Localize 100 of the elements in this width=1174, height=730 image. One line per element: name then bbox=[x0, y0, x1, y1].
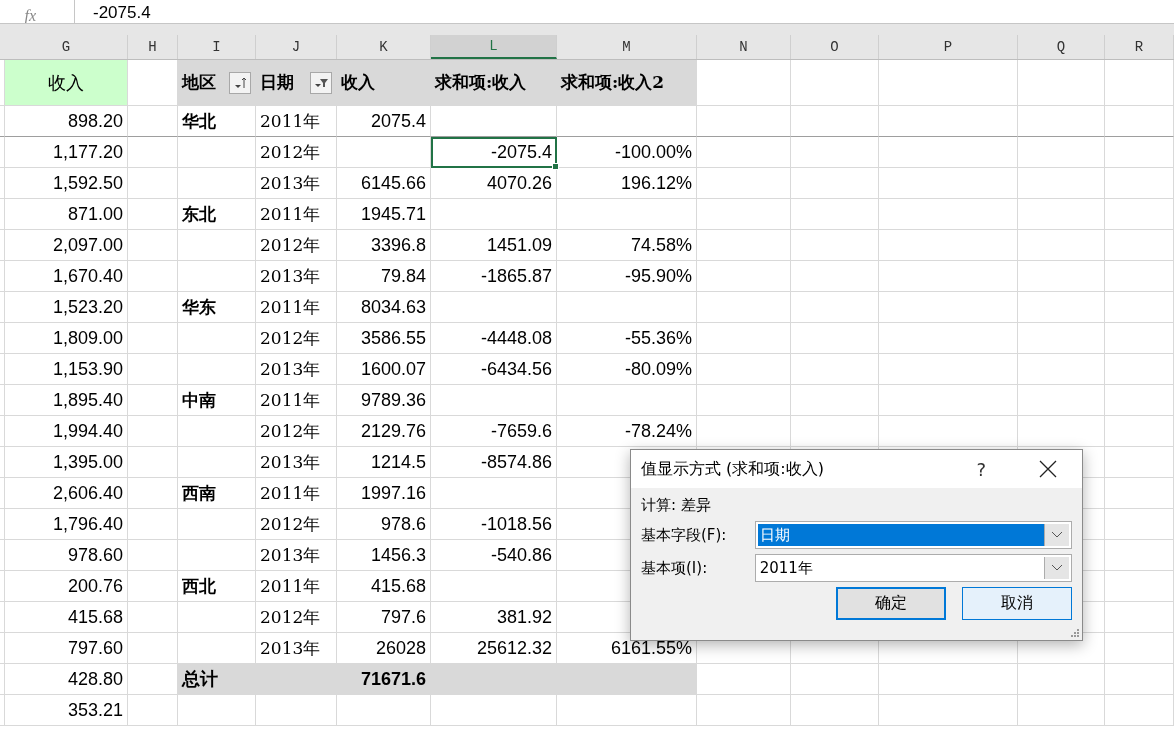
empty-cell bbox=[1105, 447, 1174, 478]
table-cell: 415.68 bbox=[337, 571, 431, 602]
table-cell: 2129.76 bbox=[337, 416, 431, 447]
column-header[interactable]: Q bbox=[1018, 35, 1105, 59]
empty-cell bbox=[1105, 633, 1174, 664]
table-cell: -1865.87 bbox=[431, 261, 557, 292]
table-cell: 2012年 bbox=[256, 137, 337, 168]
cancel-button[interactable]: 取消 bbox=[962, 587, 1072, 620]
table-cell: 2013年 bbox=[256, 540, 337, 571]
empty-cell bbox=[1105, 509, 1174, 540]
column-header[interactable]: L bbox=[431, 35, 557, 59]
table-cell: 1,796.40 bbox=[5, 509, 128, 540]
table-cell: 74.58% bbox=[557, 230, 697, 261]
column-header[interactable]: R bbox=[1105, 35, 1174, 59]
table-cell: 3396.8 bbox=[337, 230, 431, 261]
table-cell: 1451.09 bbox=[431, 230, 557, 261]
empty-cell bbox=[128, 447, 178, 478]
empty-cell bbox=[128, 695, 178, 726]
table-cell: -80.09% bbox=[557, 354, 697, 385]
table-cell: -6434.56 bbox=[431, 354, 557, 385]
field-header: 收入 bbox=[337, 60, 431, 106]
ok-button[interactable]: 确定 bbox=[836, 587, 946, 620]
table-cell: 1,153.90 bbox=[5, 354, 128, 385]
empty-cell bbox=[1105, 199, 1174, 230]
table-cell: 1214.5 bbox=[337, 447, 431, 478]
table-cell: -100.00% bbox=[557, 137, 697, 168]
table-cell: -8574.86 bbox=[431, 447, 557, 478]
table-cell: 200.76 bbox=[5, 571, 128, 602]
chevron-down-icon bbox=[1051, 531, 1063, 539]
table-cell: 2012年 bbox=[256, 230, 337, 261]
empty-cell bbox=[1105, 602, 1174, 633]
empty-cell bbox=[128, 292, 178, 323]
table-cell: 415.68 bbox=[5, 602, 128, 633]
column-header[interactable]: P bbox=[879, 35, 1018, 59]
formula-value: -2075.4 bbox=[93, 3, 151, 23]
resize-grip-icon[interactable] bbox=[1070, 628, 1080, 638]
empty-cell bbox=[128, 354, 178, 385]
empty-cell bbox=[1105, 60, 1174, 106]
empty-cell bbox=[128, 633, 178, 664]
empty-cell bbox=[1105, 292, 1174, 323]
empty-cell bbox=[128, 137, 178, 168]
empty-cell bbox=[128, 540, 178, 571]
table-cell: -4448.08 bbox=[431, 323, 557, 354]
empty-cell bbox=[128, 199, 178, 230]
table-cell: 2013年 bbox=[256, 447, 337, 478]
table-cell: -2075.4 bbox=[431, 137, 557, 168]
table-cell: -1018.56 bbox=[431, 509, 557, 540]
table-cell: 1945.71 bbox=[337, 199, 431, 230]
empty-cell bbox=[1105, 540, 1174, 571]
empty-cell bbox=[128, 509, 178, 540]
column-header[interactable]: H bbox=[128, 35, 178, 59]
dropdown[interactable]: 2011年 bbox=[754, 554, 1072, 582]
field-label: 基本字段(F): bbox=[641, 525, 728, 545]
empty-cell bbox=[128, 385, 178, 416]
region-label: 华北 bbox=[178, 106, 256, 137]
table-cell: -55.36% bbox=[557, 323, 697, 354]
empty-cell bbox=[128, 602, 178, 633]
region-label: 中南 bbox=[178, 385, 256, 416]
table-cell: -7659.6 bbox=[431, 416, 557, 447]
table-cell: 1,592.50 bbox=[5, 168, 128, 199]
table-cell: 71671.6 bbox=[337, 664, 431, 695]
table-cell: 2011年 bbox=[256, 106, 337, 137]
empty-cell bbox=[128, 571, 178, 602]
empty-cell bbox=[1105, 323, 1174, 354]
column-header[interactable]: G bbox=[5, 35, 128, 59]
table-cell: 2012年 bbox=[256, 509, 337, 540]
empty-cell bbox=[1105, 261, 1174, 292]
column-header[interactable]: J bbox=[256, 35, 337, 59]
table-cell: 1,809.00 bbox=[5, 323, 128, 354]
table-cell: 2075.4 bbox=[337, 106, 431, 137]
table-cell: 2011年 bbox=[256, 199, 337, 230]
table-cell: 2012年 bbox=[256, 602, 337, 633]
field-header: 求和项:收入2 bbox=[557, 60, 697, 106]
empty-cell bbox=[128, 323, 178, 354]
table-cell: 2012年 bbox=[256, 416, 337, 447]
column-header[interactable]: M bbox=[557, 35, 697, 59]
region-label: 西南 bbox=[178, 478, 256, 509]
empty-cell bbox=[128, 478, 178, 509]
dropdown[interactable]: 日期 bbox=[754, 521, 1072, 549]
table-cell: -95.90% bbox=[557, 261, 697, 292]
table-cell: 2013年 bbox=[256, 261, 337, 292]
empty-cell bbox=[1105, 137, 1174, 168]
empty-cell bbox=[128, 168, 178, 199]
table-cell: 871.00 bbox=[5, 199, 128, 230]
table-cell: 2013年 bbox=[256, 354, 337, 385]
column-header[interactable]: I bbox=[178, 35, 256, 59]
table-cell: 1,177.20 bbox=[5, 137, 128, 168]
field-label: 日期 bbox=[260, 71, 294, 94]
column-header[interactable]: O bbox=[791, 35, 879, 59]
filter-button[interactable] bbox=[310, 71, 332, 94]
table-cell: 6145.66 bbox=[337, 168, 431, 199]
help-button[interactable]: ? bbox=[976, 458, 986, 480]
region-label: 华东 bbox=[178, 292, 256, 323]
empty-cell bbox=[1105, 354, 1174, 385]
table-cell: 79.84 bbox=[337, 261, 431, 292]
table-cell: 2,097.00 bbox=[5, 230, 128, 261]
region-label: 西北 bbox=[178, 571, 256, 602]
column-header[interactable]: N bbox=[697, 35, 791, 59]
empty-cell bbox=[1105, 230, 1174, 261]
empty-cell bbox=[128, 230, 178, 261]
